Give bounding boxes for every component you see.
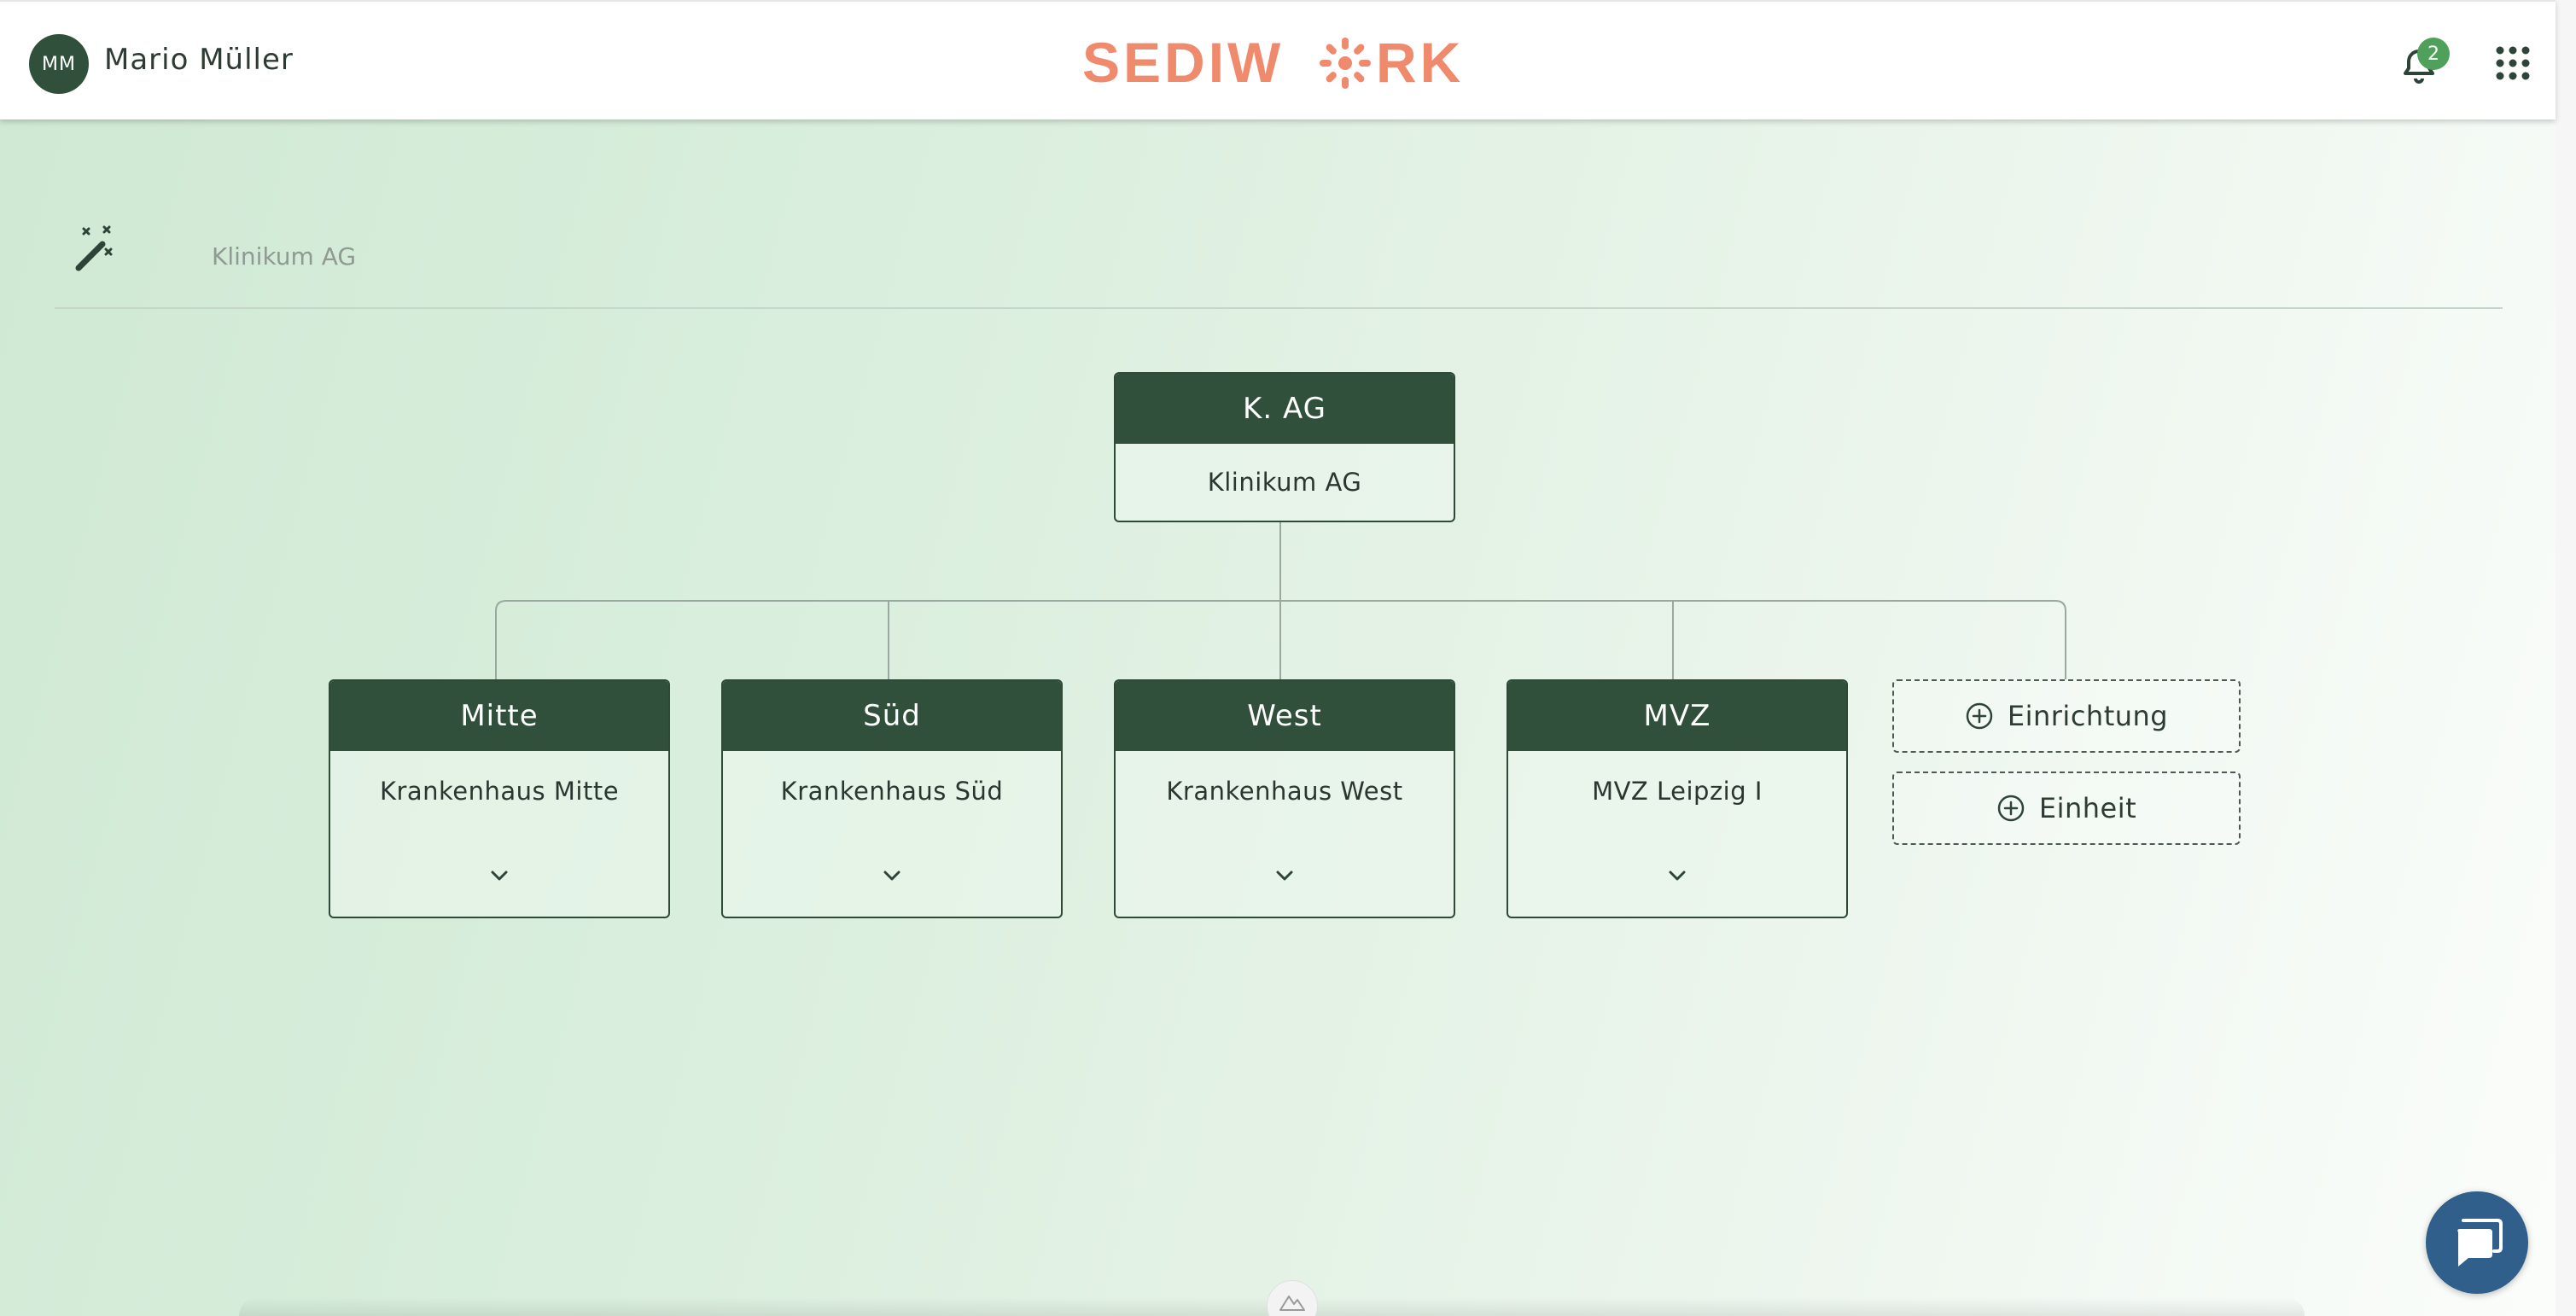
org-node-sued[interactable]: Süd Krankenhaus Süd: [721, 679, 1063, 918]
svg-text:RK: RK: [1376, 31, 1464, 94]
add-unit-label: Einheit: [2038, 792, 2137, 824]
chevron-down-icon[interactable]: [882, 869, 902, 882]
add-facility-button[interactable]: Einrichtung: [1892, 679, 2241, 753]
org-node-full-name: Klinikum AG: [1207, 468, 1362, 497]
chevron-down-icon[interactable]: [489, 869, 510, 882]
notification-badge[interactable]: 2: [2417, 38, 2450, 70]
window-edge: [2556, 0, 2576, 1316]
avatar[interactable]: MM: [29, 34, 89, 94]
chevron-down-icon[interactable]: [1667, 869, 1687, 882]
sediwork-logo[interactable]: SEDIW RK: [1082, 29, 1475, 97]
org-node-full-name: MVZ Leipzig I: [1592, 777, 1763, 806]
chevron-down-icon[interactable]: [1274, 869, 1295, 882]
chat-icon: [2457, 1219, 2503, 1267]
org-node-mitte[interactable]: Mitte Krankenhaus Mitte: [329, 679, 670, 918]
user-name[interactable]: Mario Müller: [104, 43, 294, 77]
org-node-short-name: Süd: [723, 681, 1061, 751]
org-node-full-name: Krankenhaus West: [1166, 777, 1403, 806]
svg-text:SEDIW: SEDIW: [1082, 31, 1284, 94]
org-node-full-name: Krankenhaus Mitte: [379, 777, 620, 806]
org-node-short-name: MVZ: [1508, 681, 1846, 751]
plus-circle-icon: [1997, 795, 2025, 822]
plus-circle-icon: [1966, 702, 1993, 730]
org-node-short-name: West: [1116, 681, 1454, 751]
mountain-logo-icon: [1279, 1296, 1305, 1311]
org-chart-area: Klinikum AG K. AG Klinikum AG Mitte Kran…: [0, 118, 2556, 1316]
chat-button[interactable]: [2426, 1191, 2528, 1294]
org-node-short-name: Mitte: [330, 681, 668, 751]
org-node-short-name: K. AG: [1116, 374, 1454, 444]
org-node-full-name: Krankenhaus Süd: [780, 777, 1004, 806]
top-navigation-bar: MM Mario Müller SEDIW RK 2: [0, 0, 2556, 119]
org-node-root[interactable]: K. AG Klinikum AG: [1114, 372, 1455, 522]
add-unit-button[interactable]: Einheit: [1892, 772, 2241, 845]
org-node-mvz[interactable]: MVZ MVZ Leipzig I: [1507, 679, 1848, 918]
add-facility-label: Einrichtung: [2007, 700, 2169, 732]
org-node-west[interactable]: West Krankenhaus West: [1114, 679, 1455, 918]
apps-grid-icon[interactable]: [2496, 46, 2530, 80]
